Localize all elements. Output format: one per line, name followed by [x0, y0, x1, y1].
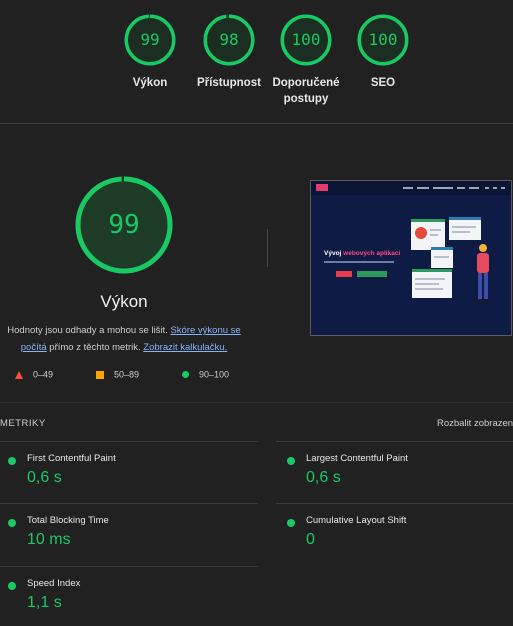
- card-line: [452, 231, 470, 233]
- section-divider: [0, 402, 513, 403]
- pass-circle-icon: [8, 457, 16, 465]
- metric-divider: [0, 503, 258, 504]
- metric-divider: [0, 566, 258, 567]
- card-line: [434, 256, 449, 258]
- gauge-ring: 100: [357, 14, 409, 66]
- legend-pass-label: 90–100: [199, 369, 230, 380]
- metric-label: Speed Index: [27, 578, 81, 589]
- gauge-ring: 100: [280, 14, 332, 66]
- performance-title: Výkon: [100, 292, 148, 311]
- thumbnail-nav-link: [493, 187, 497, 189]
- card-line: [430, 229, 441, 231]
- metric-value: 0: [306, 531, 315, 548]
- metric-label: Total Blocking Time: [27, 515, 109, 526]
- description-text: přímo z těchto metrik.: [46, 342, 144, 353]
- metric-label: First Contentful Paint: [27, 453, 116, 464]
- pass-circle-icon: [8, 519, 16, 527]
- fail-triangle-icon: [15, 370, 23, 379]
- thumbnail-headline: Vývoj webových aplikací: [324, 250, 400, 257]
- gauge-score: 99: [140, 30, 160, 49]
- card-line: [415, 283, 439, 285]
- thumbnail-button: [336, 271, 352, 277]
- card-line: [415, 278, 445, 280]
- thumbnail-button: [357, 271, 387, 277]
- thumbnail-card: [449, 217, 481, 240]
- metrics-heading: METRIKY: [0, 418, 46, 429]
- section-divider: [0, 123, 513, 124]
- legend-fail-label: 0–49: [33, 369, 54, 380]
- headline-plain: Vývoj: [324, 250, 344, 257]
- gauge-score: 100: [368, 30, 398, 49]
- metric-label: Largest Contentful Paint: [306, 453, 408, 464]
- gauge-label: Doporučené postupy: [272, 77, 340, 105]
- gauge-label: Přístupnost: [197, 77, 261, 89]
- thumbnail-nav-link: [433, 187, 453, 189]
- gauge-ring: 99: [124, 14, 176, 66]
- legend-fail: 0–49: [15, 369, 53, 381]
- description-text: Hodnoty jsou odhady a mohou se lišit.: [7, 325, 171, 336]
- gauge-accessibility[interactable]: 98 Přístupnost: [193, 14, 265, 91]
- metric-value: 0,6 s: [306, 469, 341, 486]
- calculator-link[interactable]: Zobrazit kalkulačku.: [143, 342, 227, 353]
- thumbnail-card: [431, 247, 453, 268]
- metric-divider: [0, 441, 258, 442]
- metric-value: 0,6 s: [27, 469, 62, 486]
- thumbnail-nav-link: [501, 187, 505, 189]
- thumbnail-nav-link: [469, 187, 479, 189]
- thumbnail-nav-link: [403, 187, 413, 189]
- gauge-label: SEO: [370, 77, 396, 89]
- person-illustration: [477, 244, 489, 302]
- performance-gauge: 99: [75, 176, 173, 274]
- legend-pass: 90–100: [182, 369, 229, 381]
- gauge-score: 100: [291, 30, 321, 49]
- thumbnail-logo: [316, 184, 328, 191]
- metric-value: 1,1 s: [27, 594, 62, 611]
- card-line: [430, 234, 438, 236]
- gauge-label: Výkon: [132, 77, 168, 89]
- score-summary: 99 Výkon 98 Přístupnost 100 Doporučené p…: [0, 0, 513, 124]
- pass-circle-icon: [182, 371, 189, 379]
- expand-view-toggle[interactable]: Rozbalit zobrazení: [437, 418, 513, 429]
- gauge-seo[interactable]: 100 SEO: [347, 14, 419, 91]
- metric-label: Cumulative Layout Shift: [306, 515, 407, 526]
- pass-circle-icon: [287, 457, 295, 465]
- thumbnail-nav-link: [485, 187, 489, 189]
- thumbnail-card: [412, 269, 452, 298]
- lighthouse-report: 99 Výkon 98 Přístupnost 100 Doporučené p…: [0, 0, 513, 626]
- thumbnail-subtitle: [324, 261, 394, 263]
- page-screenshot-thumbnail[interactable]: Vývoj webových aplikací: [310, 180, 512, 336]
- thumbnail-nav-link: [417, 187, 429, 189]
- gauge-ring: 98: [203, 14, 255, 66]
- average-square-icon: [96, 370, 104, 379]
- thumbnail-card: [411, 219, 445, 250]
- performance-score: 99: [108, 210, 140, 240]
- play-icon: [415, 227, 427, 239]
- gauge-performance[interactable]: 99 Výkon: [114, 14, 186, 91]
- card-line: [452, 226, 476, 228]
- metric-divider: [276, 441, 513, 442]
- headline-accent: webových aplikací: [343, 250, 401, 257]
- pass-circle-icon: [8, 582, 16, 590]
- metric-value: 10 ms: [27, 531, 71, 548]
- vertical-divider: [267, 229, 268, 267]
- card-line: [415, 288, 443, 290]
- gauge-best-practices[interactable]: 100 Doporučené postupy: [270, 14, 342, 107]
- performance-description: Hodnoty jsou odhady a mohou se lišit. Sk…: [2, 322, 246, 356]
- pass-circle-icon: [287, 519, 295, 527]
- legend-average-label: 50–89: [114, 369, 140, 380]
- thumbnail-navbar: [311, 181, 511, 195]
- gauge-score: 98: [219, 30, 239, 49]
- thumbnail-nav-link: [457, 187, 465, 189]
- legend-average: 50–89: [96, 369, 139, 381]
- metric-divider: [276, 503, 513, 504]
